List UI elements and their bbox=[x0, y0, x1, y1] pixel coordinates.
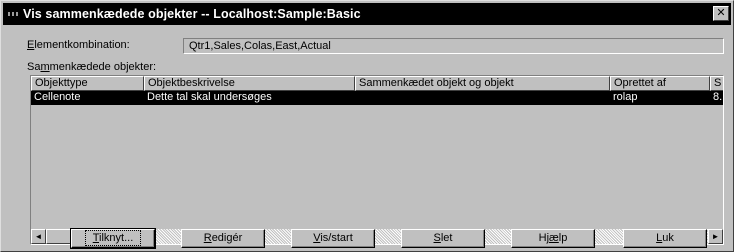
scroll-track[interactable] bbox=[72, 229, 708, 244]
cell-sammenkaedet-objekt bbox=[355, 91, 610, 105]
column-header-objekttype[interactable]: Objekttype bbox=[31, 76, 144, 91]
close-button[interactable]: Luk bbox=[623, 229, 707, 248]
column-header-objektbeskrivelse[interactable]: Objektbeskrivelse bbox=[144, 76, 355, 91]
cell-oprettet-af: rolap bbox=[613, 91, 638, 103]
help-button[interactable]: Hjælp bbox=[511, 229, 595, 248]
scroll-left-icon[interactable]: ◄ bbox=[31, 229, 46, 244]
cell-objektbeskrivelse: Dette tal skal undersøges bbox=[147, 91, 272, 103]
element-combination-label: Elementkombination: bbox=[27, 39, 130, 51]
scroll-thumb[interactable] bbox=[46, 229, 72, 244]
cell-objekttype: Cellenote bbox=[34, 91, 81, 103]
element-combination-field[interactable]: Qtr1,Sales,Colas,East,Actual bbox=[183, 38, 724, 54]
title-bar[interactable]: Vis sammenkædede objekter -- Localhost:S… bbox=[3, 3, 731, 25]
table-row[interactable]: Cellenote Dette tal skal undersøges rola… bbox=[31, 91, 723, 105]
column-header-s[interactable]: S bbox=[710, 76, 723, 91]
edit-button[interactable]: Redigér bbox=[181, 229, 265, 248]
cell-s: 8. bbox=[713, 91, 723, 103]
scroll-right-icon[interactable]: ► bbox=[708, 229, 723, 244]
linked-objects-label: Sammenkædede objekter: bbox=[27, 61, 157, 73]
linked-objects-list[interactable]: Objekttype Objektbeskrivelse Sammenkædet… bbox=[30, 75, 724, 245]
window-title: Vis sammenkædede objekter -- Localhost:S… bbox=[23, 7, 361, 21]
system-menu-icon[interactable] bbox=[3, 3, 23, 25]
column-header-sammenkaedet-objekt[interactable]: Sammenkædet objekt og objekt bbox=[355, 76, 610, 91]
delete-button[interactable]: Slet bbox=[401, 229, 485, 248]
list-header: Objekttype Objektbeskrivelse Sammenkædet… bbox=[31, 76, 723, 91]
linked-objects-dialog: Vis sammenkædede objekter -- Localhost:S… bbox=[0, 0, 734, 252]
view-start-button[interactable]: Vis/start bbox=[291, 229, 375, 248]
column-header-oprettet-af[interactable]: Oprettet af bbox=[610, 76, 710, 91]
attach-button[interactable]: Tilknyt... bbox=[70, 228, 156, 249]
close-icon[interactable]: ✕ bbox=[713, 6, 729, 21]
